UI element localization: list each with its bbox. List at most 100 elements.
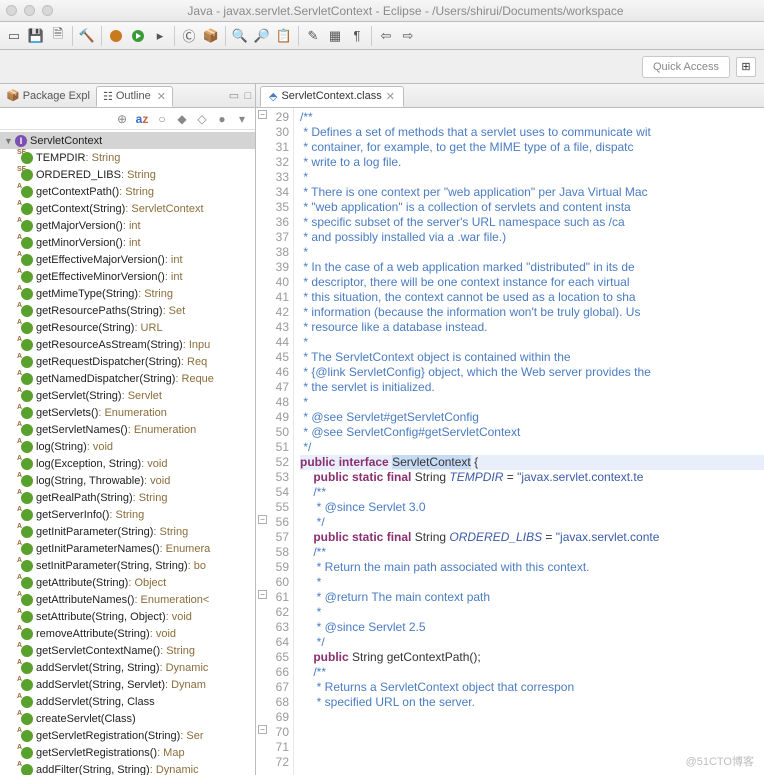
- method-icon: A: [20, 321, 34, 335]
- debug-icon[interactable]: [106, 26, 126, 46]
- fold-icon[interactable]: −: [258, 590, 267, 599]
- outline-item[interactable]: AgetMimeType(String) : String: [0, 285, 255, 302]
- block-select-icon[interactable]: ▦: [325, 26, 345, 46]
- view-menu-icon[interactable]: ▾: [235, 112, 249, 126]
- new-package-icon[interactable]: 📦: [201, 26, 221, 46]
- outline-item[interactable]: AgetServlets() : Enumeration: [0, 404, 255, 421]
- method-icon: A: [20, 236, 34, 250]
- open-type-icon[interactable]: 🔍: [230, 26, 250, 46]
- tab-outline[interactable]: ☷Outline✕: [96, 86, 173, 107]
- outline-item[interactable]: AgetAttribute(String) : Object: [0, 574, 255, 591]
- outline-item[interactable]: AaddServlet(String, String) : Dynamic: [0, 659, 255, 676]
- back-icon[interactable]: ⇦: [376, 26, 396, 46]
- fold-icon[interactable]: −: [258, 515, 267, 524]
- outline-item[interactable]: AgetInitParameter(String) : String: [0, 523, 255, 540]
- run-icon[interactable]: [128, 26, 148, 46]
- maximize-view-icon[interactable]: □: [241, 90, 255, 102]
- method-icon: A: [20, 763, 34, 775]
- outline-item[interactable]: Alog(String, Throwable) : void: [0, 472, 255, 489]
- code-editor[interactable]: 29 30 31 32 33 34 35 36 37 38 39 40 41 4…: [256, 108, 764, 775]
- sort-icon[interactable]: az: [135, 112, 149, 126]
- outline-item[interactable]: AgetRealPath(String) : String: [0, 489, 255, 506]
- outline-item[interactable]: AgetContextPath() : String: [0, 183, 255, 200]
- outline-item[interactable]: AgetContext(String) : ServletContext: [0, 200, 255, 217]
- method-icon: A: [20, 508, 34, 522]
- hide-fields-icon[interactable]: ○: [155, 112, 169, 126]
- outline-tree[interactable]: ▼ServletContextSFTEMPDIR : StringSFORDER…: [0, 130, 255, 775]
- outline-item[interactable]: AgetServletRegistration(String) : Ser: [0, 727, 255, 744]
- toggle-mark-icon[interactable]: ✎: [303, 26, 323, 46]
- outline-item[interactable]: AgetServlet(String) : Servlet: [0, 387, 255, 404]
- zoom-window-icon[interactable]: [42, 5, 53, 16]
- outline-item[interactable]: AgetServletContextName() : String: [0, 642, 255, 659]
- minimize-window-icon[interactable]: [24, 5, 35, 16]
- outline-item[interactable]: AgetResource(String) : URL: [0, 319, 255, 336]
- save-all-icon[interactable]: 🗎: [48, 26, 68, 46]
- outline-item[interactable]: AgetServletRegistrations() : Map: [0, 744, 255, 761]
- outline-item[interactable]: AgetMinorVersion() : int: [0, 234, 255, 251]
- outline-item[interactable]: SFTEMPDIR : String: [0, 149, 255, 166]
- outline-item[interactable]: AgetEffectiveMinorVersion() : int: [0, 268, 255, 285]
- method-icon: A: [20, 355, 34, 369]
- outline-item[interactable]: AaddServlet(String, Servlet) : Dynam: [0, 676, 255, 693]
- forward-icon[interactable]: ⇨: [398, 26, 418, 46]
- outline-item[interactable]: AgetServerInfo() : String: [0, 506, 255, 523]
- hide-nonpublic-icon[interactable]: ◇: [195, 112, 209, 126]
- method-icon: A: [20, 661, 34, 675]
- task-icon[interactable]: 📋: [274, 26, 294, 46]
- outline-item[interactable]: AgetServletNames() : Enumeration: [0, 421, 255, 438]
- outline-item[interactable]: AgetInitParameterNames() : Enumera: [0, 540, 255, 557]
- outline-item[interactable]: AaddFilter(String, String) : Dynamic: [0, 761, 255, 775]
- package-icon: 📦: [6, 89, 20, 102]
- outline-item[interactable]: AgetResourceAsStream(String) : Inpu: [0, 336, 255, 353]
- editor-tab[interactable]: ⬘ ServletContext.class ✕: [260, 86, 404, 107]
- outline-root[interactable]: ▼ServletContext: [0, 132, 255, 149]
- outline-item[interactable]: SFORDERED_LIBS : String: [0, 166, 255, 183]
- outline-item[interactable]: AgetRequestDispatcher(String) : Req: [0, 353, 255, 370]
- method-icon: A: [20, 287, 34, 301]
- outline-item[interactable]: AremoveAttribute(String) : void: [0, 625, 255, 642]
- new-icon[interactable]: ▭: [4, 26, 24, 46]
- fold-icon[interactable]: −: [258, 725, 267, 734]
- close-window-icon[interactable]: [6, 5, 17, 16]
- quick-access-input[interactable]: Quick Access: [642, 56, 730, 78]
- open-perspective-icon[interactable]: ⊞: [736, 57, 756, 77]
- outline-item[interactable]: AgetEffectiveMajorVersion() : int: [0, 251, 255, 268]
- close-tab-icon[interactable]: ✕: [386, 90, 395, 103]
- code-content[interactable]: /** * Defines a set of methods that a se…: [294, 108, 764, 775]
- outline-item[interactable]: AgetAttributeNames() : Enumeration<: [0, 591, 255, 608]
- show-whitespace-icon[interactable]: ¶: [347, 26, 367, 46]
- hide-local-icon[interactable]: ●: [215, 112, 229, 126]
- minimize-view-icon[interactable]: ▭: [227, 89, 241, 102]
- outline-item[interactable]: AgetMajorVersion() : int: [0, 217, 255, 234]
- left-panel: 📦Package Expl ☷Outline✕ ▭ □ ⊕ az ○ ◆ ◇ ●…: [0, 84, 256, 775]
- save-icon[interactable]: 💾: [26, 26, 46, 46]
- method-icon: A: [20, 474, 34, 488]
- method-icon: A: [20, 542, 34, 556]
- view-tabs: 📦Package Expl ☷Outline✕ ▭ □: [0, 84, 255, 108]
- build-icon[interactable]: 🔨: [77, 26, 97, 46]
- outline-item[interactable]: AaddServlet(String, Class: [0, 693, 255, 710]
- traffic-lights: [6, 5, 53, 16]
- method-icon: A: [20, 627, 34, 641]
- hide-static-icon[interactable]: ◆: [175, 112, 189, 126]
- outline-item[interactable]: AgetResourcePaths(String) : Set: [0, 302, 255, 319]
- close-icon[interactable]: ✕: [157, 90, 166, 103]
- method-icon: A: [20, 678, 34, 692]
- outline-item[interactable]: AcreateServlet(Class): [0, 710, 255, 727]
- tab-package-explorer[interactable]: 📦Package Expl: [0, 86, 96, 105]
- quick-access-bar: Quick Access ⊞: [0, 50, 764, 84]
- method-icon: A: [20, 185, 34, 199]
- outline-item[interactable]: Alog(Exception, String) : void: [0, 455, 255, 472]
- run-last-icon[interactable]: ▸: [150, 26, 170, 46]
- fold-icon[interactable]: −: [258, 110, 267, 119]
- outline-item[interactable]: Alog(String) : void: [0, 438, 255, 455]
- field-icon: SF: [20, 151, 34, 165]
- new-class-icon[interactable]: Ⓒ: [179, 26, 199, 46]
- outline-item[interactable]: AsetInitParameter(String, String) : bo: [0, 557, 255, 574]
- outline-item[interactable]: AsetAttribute(String, Object) : void: [0, 608, 255, 625]
- focus-icon[interactable]: ⊕: [115, 112, 129, 126]
- method-icon: A: [20, 610, 34, 624]
- outline-item[interactable]: AgetNamedDispatcher(String) : Reque: [0, 370, 255, 387]
- search-icon[interactable]: 🔎: [252, 26, 272, 46]
